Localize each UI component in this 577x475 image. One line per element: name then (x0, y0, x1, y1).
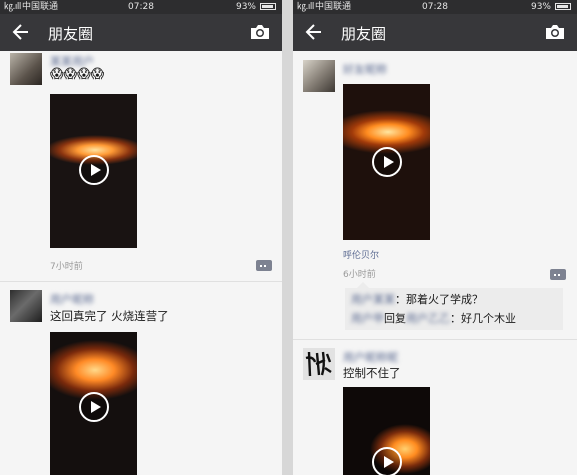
video-thumbnail[interactable] (50, 94, 137, 248)
post-time: 7小时前 (50, 262, 83, 272)
comment-text: 好几个木业 (461, 312, 516, 325)
avatar[interactable] (10, 53, 42, 85)
post-text: 控制不住了 (343, 366, 401, 380)
battery-icon (260, 3, 276, 10)
play-icon[interactable] (372, 447, 402, 475)
camera-icon[interactable] (545, 24, 565, 40)
reply-target[interactable]: 用户乙乙 (406, 312, 450, 325)
moment-post: 用户昵称 这回真完了 火烧连营了 (0, 282, 282, 475)
comment-text: 那着火了学成？ (406, 293, 483, 306)
post-author[interactable]: 用户昵称 (50, 291, 94, 307)
video-thumbnail[interactable] (50, 332, 137, 475)
battery-percent: 93% (530, 2, 551, 12)
status-bar: ㎏.ıll 中国联通 07:28 93% (293, 0, 577, 14)
comment-section: 用户某某：那着火了学成？ 用户甲回复用户乙乙：好几个木业 (345, 282, 563, 330)
post-text: 这回真完了 火烧连营了 (50, 309, 169, 323)
reply-word: 回复 (384, 312, 406, 325)
battery-percent: 93% (235, 2, 256, 12)
moment-post: 用户昵称昵 控制不住了 (293, 340, 577, 475)
back-arrow-icon[interactable] (305, 22, 323, 42)
camera-icon[interactable] (250, 24, 270, 40)
nav-bar: 朋友圈 (0, 14, 282, 51)
avatar[interactable] (303, 60, 335, 92)
moment-post: 好友昵称 呼伦贝尔 6小时前 用户某某：那着火了学成？ 用户甲回复用户乙乙：好几… (293, 51, 577, 341)
moment-post: 某某用户 😱😱😱😱 7小时前 (0, 51, 282, 281)
calligraphy-logo-icon (305, 351, 332, 377)
page-title: 朋友圈 (48, 25, 94, 43)
post-time: 6小时前 (343, 270, 376, 280)
post-author[interactable]: 用户昵称昵 (343, 349, 398, 365)
video-thumbnail[interactable] (343, 84, 430, 240)
post-text: 😱😱😱😱 (50, 67, 105, 82)
comment-author[interactable]: 用户某某 (351, 293, 395, 306)
comment-author[interactable]: 用户甲 (351, 312, 384, 325)
video-thumbnail[interactable] (343, 387, 430, 475)
comment-item[interactable]: 用户某某：那着火了学成？ (351, 291, 483, 307)
play-icon[interactable] (372, 147, 402, 177)
battery-icon (555, 3, 571, 10)
right-screenshot: ㎏.ıll 中国联通 07:28 93% 朋友圈 好友昵称 呼伦贝尔 6小时前 … (293, 0, 577, 475)
comment-icon[interactable] (550, 269, 566, 280)
post-location[interactable]: 呼伦贝尔 (343, 248, 379, 261)
back-arrow-icon[interactable] (12, 22, 30, 42)
left-screenshot: ㎏.ıll 中国联通 07:28 93% 朋友圈 某某用户 😱😱😱😱 7小时前 … (0, 0, 282, 475)
page-title: 朋友圈 (341, 25, 387, 43)
nav-bar: 朋友圈 (293, 14, 577, 51)
play-icon[interactable] (79, 392, 109, 422)
comment-icon[interactable] (256, 260, 272, 271)
avatar[interactable] (10, 290, 42, 322)
comment-separator: ： (395, 293, 406, 306)
comment-separator: ： (450, 312, 461, 325)
post-author[interactable]: 好友昵称 (343, 61, 387, 77)
comment-item[interactable]: 用户甲回复用户乙乙：好几个木业 (351, 310, 516, 326)
avatar[interactable] (303, 348, 335, 380)
play-icon[interactable] (79, 155, 109, 185)
status-bar: ㎏.ıll 中国联通 07:28 93% (0, 0, 282, 14)
